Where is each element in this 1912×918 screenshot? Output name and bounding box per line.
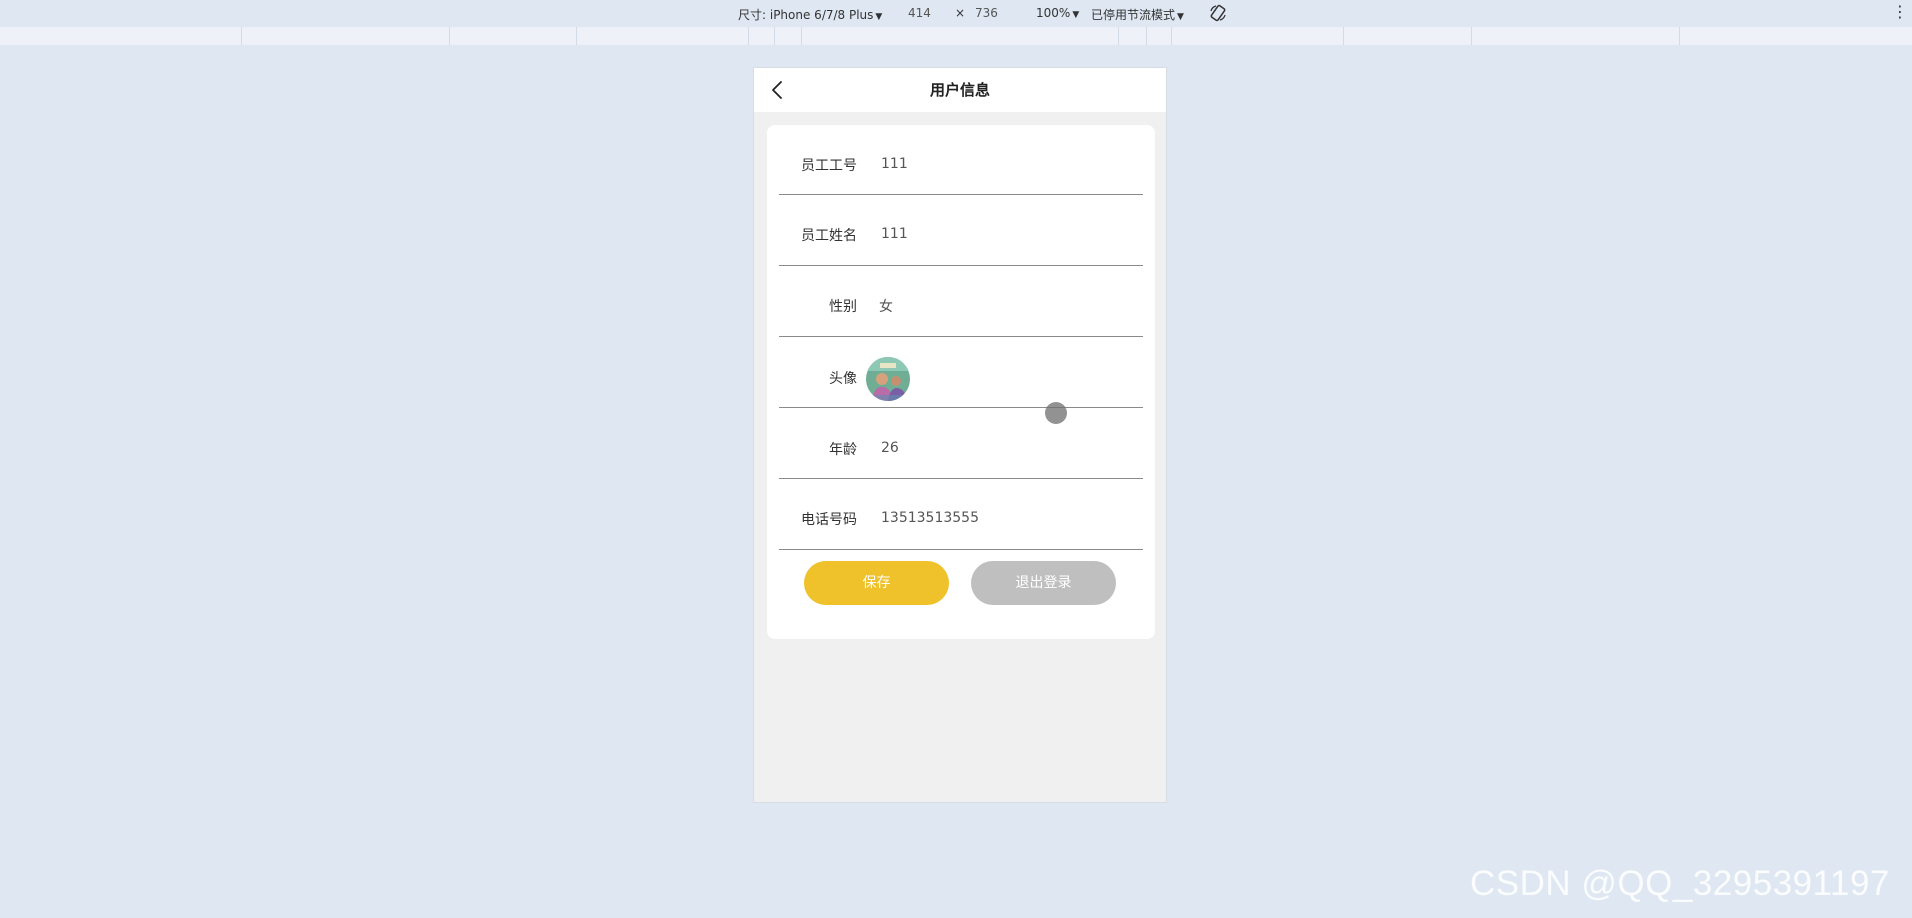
ruler-tick <box>1471 27 1472 45</box>
ruler-tick <box>241 27 242 45</box>
age-row: 年龄 26 <box>779 409 1143 479</box>
ruler-tick <box>1679 27 1680 45</box>
ruler-tick <box>1146 27 1147 45</box>
ruler-tick <box>1171 27 1172 45</box>
employee-name-field[interactable]: 111 <box>881 226 908 242</box>
throttle-caret-icon: ▼ <box>1177 12 1184 22</box>
zoom-caret-icon: ▼ <box>1072 10 1080 20</box>
watermark: CSDN @QQ_3295391197 <box>1470 864 1890 903</box>
device-label: 尺寸: iPhone 6/7/8 Plus <box>738 8 874 22</box>
ruler-tick <box>748 27 749 45</box>
devtools-device-toolbar: 尺寸: iPhone 6/7/8 Plus ▼ 414 × 736 100% ▼ 已… <box>0 0 1912 27</box>
save-button[interactable]: 保存 <box>804 561 949 605</box>
ruler-tick <box>801 27 802 45</box>
avatar[interactable] <box>866 357 910 401</box>
employee-id-field[interactable]: 111 <box>881 156 908 172</box>
times-symbol: × <box>955 6 966 20</box>
ruler-tick <box>1118 27 1119 45</box>
employee-id-row: 员工工号 111 <box>779 125 1143 195</box>
height-input[interactable]: 736 <box>975 6 998 20</box>
avatar-label: 头像 <box>829 371 857 387</box>
device-viewport: 用户信息 员工工号 111 员工姓名 111 性别 女 头像 年龄 26 电话号… <box>753 67 1167 803</box>
ruler-tick <box>774 27 775 45</box>
avatar-row: 头像 <box>779 338 1143 408</box>
ruler-tick <box>576 27 577 45</box>
device-caret-icon: ▼ <box>875 12 883 22</box>
page-title: 用户信息 <box>929 81 990 99</box>
ruler-tick <box>449 27 450 45</box>
logout-button[interactable]: 退出登录 <box>971 561 1116 605</box>
zoom-select[interactable]: 100% ▼ <box>1036 6 1079 20</box>
phone-row: 电话号码 13513513555 <box>779 480 1143 550</box>
employee-id-label: 员工工号 <box>801 158 857 174</box>
rotate-icon[interactable] <box>1208 3 1228 23</box>
phone-label: 电话号码 <box>801 512 857 528</box>
media-query-ruler <box>0 27 1912 45</box>
employee-name-label: 员工姓名 <box>801 228 857 244</box>
touch-cursor-indicator <box>1045 402 1067 424</box>
throttle-label: 已停用节流模式 <box>1091 8 1176 22</box>
ruler-tick <box>1343 27 1344 45</box>
throttle-select[interactable]: 已停用节流模式 ▼ <box>1091 6 1184 23</box>
gender-label: 性别 <box>829 299 857 315</box>
nav-bar: 用户信息 <box>754 68 1166 112</box>
zoom-label: 100% <box>1036 6 1071 20</box>
gender-field[interactable]: 女 <box>879 296 893 316</box>
user-info-card: 员工工号 111 员工姓名 111 性别 女 头像 年龄 26 电话号码 135… <box>767 125 1155 639</box>
device-select[interactable]: 尺寸: iPhone 6/7/8 Plus ▼ <box>738 6 882 23</box>
gender-row: 性别 女 <box>779 267 1143 337</box>
employee-name-row: 员工姓名 111 <box>779 196 1143 266</box>
more-options-icon[interactable]: ⋮ <box>1892 3 1908 23</box>
age-label: 年龄 <box>829 442 857 458</box>
age-field[interactable]: 26 <box>881 440 899 456</box>
width-input[interactable]: 414 <box>908 6 931 20</box>
phone-field[interactable]: 13513513555 <box>881 510 979 526</box>
